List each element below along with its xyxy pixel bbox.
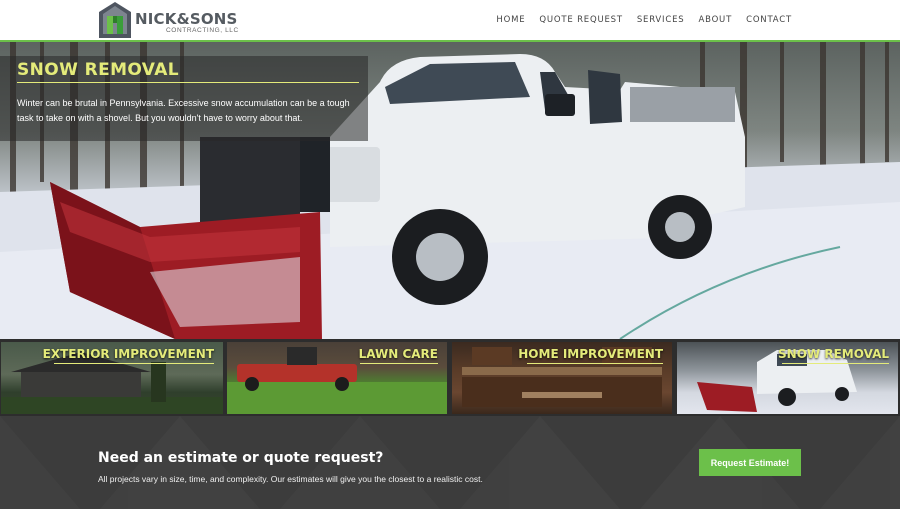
service-tile-home-improvement[interactable]: HOME IMPROVEMENT <box>452 342 672 414</box>
request-estimate-button[interactable]: Request Estimate! <box>699 449 801 476</box>
tile-underline <box>782 363 889 364</box>
nav-contact[interactable]: CONTACT <box>746 15 792 25</box>
nav-home[interactable]: HOME <box>496 15 525 25</box>
nav-quote-request[interactable]: QUOTE REQUEST <box>539 15 622 25</box>
tile-underline <box>527 363 663 364</box>
tile-label-home-improvement: HOME IMPROVEMENT <box>518 347 663 361</box>
main-nav: HOME QUOTE REQUEST SERVICES ABOUT CONTAC… <box>482 15 792 25</box>
site-header: NICK&SONS CONTRACTING, LLC HOME QUOTE RE… <box>0 0 900 42</box>
logo-house-icon <box>99 2 131 38</box>
service-tile-snow-removal[interactable]: SNOW REMOVAL <box>677 342 898 414</box>
services-strip: EXTERIOR IMPROVEMENT LAWN CARE HOME IMPR… <box>0 339 900 416</box>
tile-label-exterior-improvement: EXTERIOR IMPROVEMENT <box>42 347 214 361</box>
nav-services[interactable]: SERVICES <box>637 15 685 25</box>
hero-title: SNOW REMOVAL <box>17 60 180 80</box>
logo-subtitle: CONTRACTING, LLC <box>166 27 239 34</box>
logo-name: NICK&SONS <box>135 10 238 28</box>
tile-label-lawn-care: LAWN CARE <box>358 347 438 361</box>
tile-underline <box>360 363 438 364</box>
hero-description: Winter can be brutal in Pennsylvania. Ex… <box>17 98 350 123</box>
cta-title: Need an estimate or quote request? <box>98 450 384 466</box>
hero-banner: SNOW REMOVAL Winter can be brutal in Pen… <box>0 42 900 339</box>
tile-underline <box>54 363 214 364</box>
tile-label-snow-removal: SNOW REMOVAL <box>778 347 889 361</box>
cta-subtitle: All projects vary in size, time, and com… <box>98 474 483 484</box>
service-tile-exterior-improvement[interactable]: EXTERIOR IMPROVEMENT <box>1 342 223 414</box>
hero-title-underline <box>17 82 359 83</box>
company-logo[interactable]: NICK&SONS CONTRACTING, LLC <box>98 1 238 39</box>
service-tile-lawn-care[interactable]: LAWN CARE <box>227 342 447 414</box>
quote-cta-section: Need an estimate or quote request? All p… <box>0 416 900 509</box>
nav-about[interactable]: ABOUT <box>698 15 732 25</box>
